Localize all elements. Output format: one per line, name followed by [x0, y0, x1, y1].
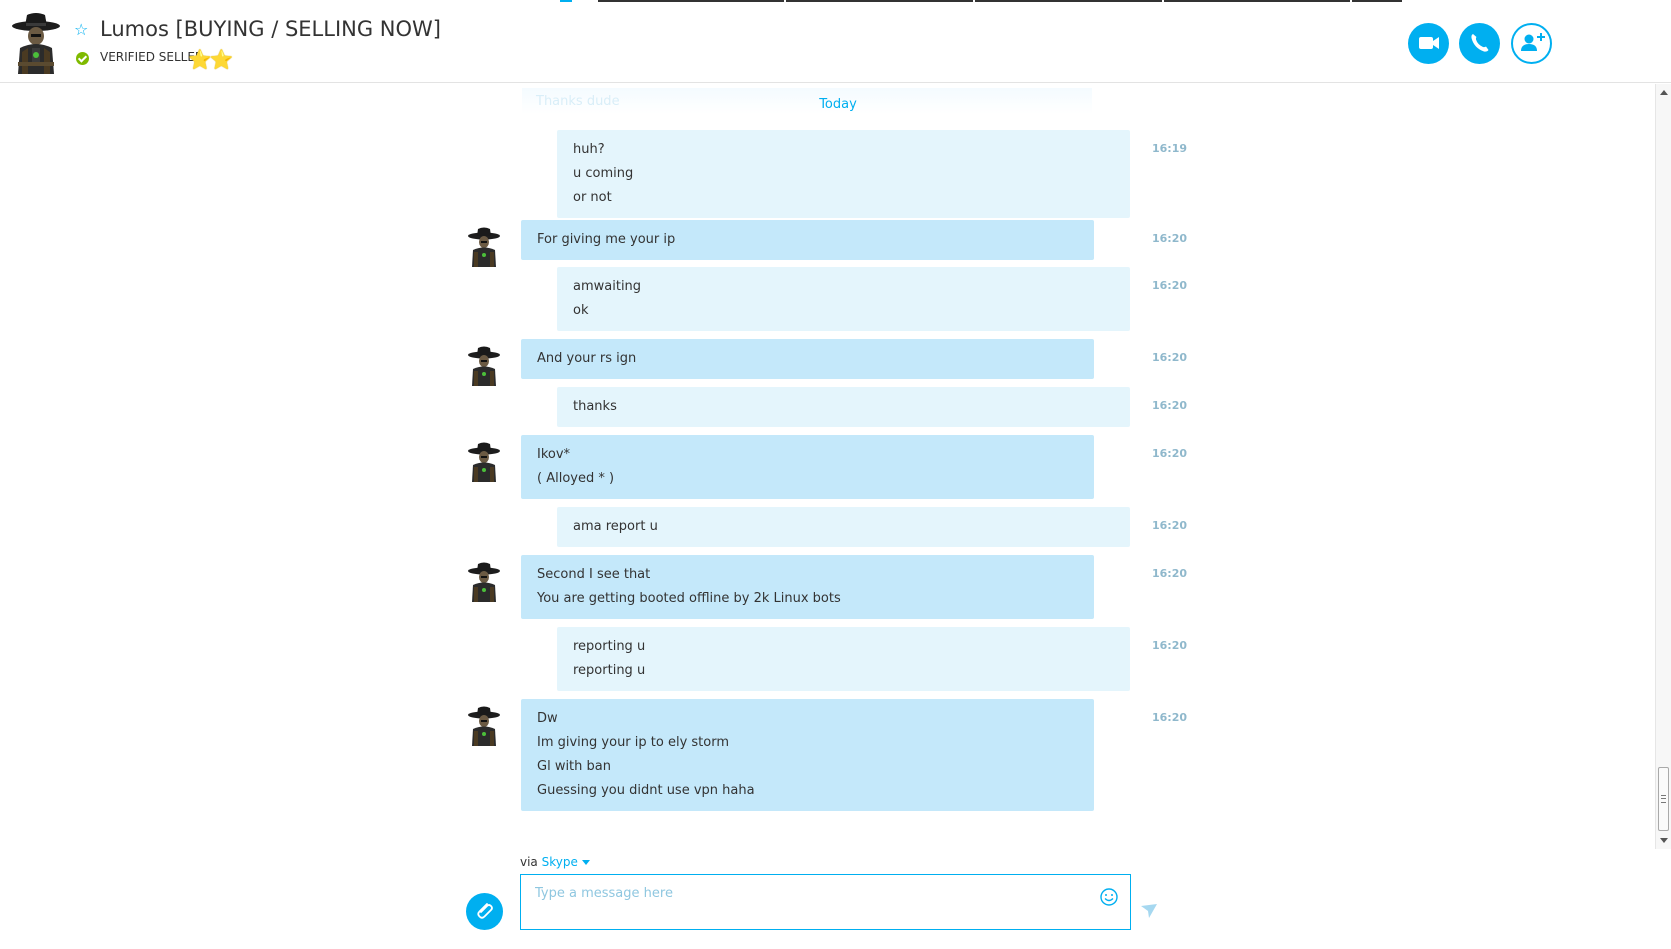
message-timestamp: 16:20	[1152, 567, 1188, 580]
message-bubble-incoming[interactable]: And your rs ign	[521, 339, 1094, 379]
message-timestamp: 16:20	[1152, 639, 1188, 652]
scrollbar-thumb[interactable]	[1658, 767, 1669, 831]
service-name[interactable]: Skype	[542, 855, 578, 869]
message-timestamp: 16:20	[1152, 519, 1188, 532]
video-call-button[interactable]	[1408, 23, 1449, 64]
message-text: Guessing you didnt use vpn haha	[537, 783, 755, 798]
send-message-icon[interactable]	[1140, 902, 1158, 920]
paperclip-icon	[477, 903, 493, 919]
message-text: amwaiting	[573, 279, 642, 294]
sender-avatar[interactable]	[466, 442, 502, 482]
message-text: Dw	[537, 711, 558, 726]
online-status-icon	[76, 52, 89, 65]
sender-avatar[interactable]	[466, 346, 502, 386]
message-text: u coming	[573, 166, 634, 181]
message-bubble-outgoing[interactable]: reporting u reporting u	[557, 627, 1130, 691]
message-text: And your rs ign	[537, 351, 637, 366]
attach-file-button[interactable]	[466, 893, 503, 930]
message-bubble-outgoing[interactable]: ama report u	[557, 507, 1130, 547]
scroll-down-arrow-icon[interactable]	[1660, 838, 1668, 843]
faded-previous-message: Thanks dude	[522, 88, 1092, 114]
add-contact-icon	[1521, 33, 1545, 51]
message-text: reporting u	[573, 663, 646, 678]
contact-avatar[interactable]	[10, 12, 62, 74]
message-timestamp: 16:20	[1152, 711, 1188, 724]
conversation-header: ☆ Lumos [BUYING / SELLING NOW] VERIFIED …	[0, 2, 1671, 83]
message-bubble-incoming[interactable]: Dw Im giving your ip to ely storm Gl wit…	[521, 699, 1094, 811]
message-text: Second I see that	[537, 567, 651, 582]
message-timestamp: 16:20	[1152, 232, 1188, 245]
message-text: ok	[573, 303, 589, 318]
message-text: Gl with ban	[537, 759, 611, 774]
message-text: ama report u	[573, 519, 658, 534]
message-timestamp: 16:20	[1152, 399, 1188, 412]
message-bubble-incoming[interactable]: For giving me your ip	[521, 220, 1094, 260]
message-bubble-outgoing[interactable]: huh? u coming or not	[557, 130, 1130, 218]
mood-star-emoticons: ⭐⭐	[188, 49, 233, 71]
message-compose-box[interactable]	[520, 874, 1131, 930]
message-bubble-incoming[interactable]: Ikov* ( Alloyed * )	[521, 435, 1094, 499]
sender-avatar[interactable]	[466, 706, 502, 746]
sender-avatar[interactable]	[466, 227, 502, 267]
conversation-scrollbar[interactable]	[1655, 84, 1671, 849]
phone-icon	[1471, 34, 1489, 52]
message-timestamp: 16:20	[1152, 351, 1188, 364]
message-bubble-outgoing[interactable]: amwaiting ok	[557, 267, 1130, 331]
message-text: You are getting booted offline by 2k Lin…	[537, 591, 841, 606]
via-service-selector[interactable]: via Skype	[520, 855, 590, 869]
contact-name[interactable]: Lumos [BUYING / SELLING NOW]	[100, 17, 441, 41]
message-timestamp: 16:20	[1152, 447, 1188, 460]
chevron-down-icon[interactable]	[581, 860, 590, 866]
message-input[interactable]	[535, 883, 1075, 903]
message-bubble-outgoing[interactable]: thanks	[557, 387, 1130, 427]
video-call-icon	[1419, 37, 1439, 49]
message-text: reporting u	[573, 639, 646, 654]
date-divider: Today	[819, 97, 857, 112]
emoticon-smiley-icon[interactable]	[1099, 887, 1119, 907]
message-text: Ikov*	[537, 447, 571, 462]
message-text: ( Alloyed * )	[537, 471, 615, 486]
favorite-star-icon[interactable]: ☆	[74, 22, 90, 38]
add-people-button[interactable]	[1511, 23, 1552, 64]
message-text: thanks	[573, 399, 617, 414]
message-history[interactable]: Thanks dude Today huh? u coming or not 1…	[0, 84, 1655, 949]
message-text: huh?	[573, 142, 605, 157]
message-bubble-incoming[interactable]: Second I see that You are getting booted…	[521, 555, 1094, 619]
via-label: via	[520, 855, 538, 869]
message-text: For giving me your ip	[537, 232, 676, 247]
audio-call-button[interactable]	[1459, 23, 1500, 64]
message-text: Im giving your ip to ely storm	[537, 735, 730, 750]
message-text: or not	[573, 190, 612, 205]
message-timestamp: 16:20	[1152, 279, 1188, 292]
scroll-up-arrow-icon[interactable]	[1660, 90, 1668, 95]
sender-avatar[interactable]	[466, 562, 502, 602]
message-timestamp: 16:19	[1152, 142, 1188, 155]
